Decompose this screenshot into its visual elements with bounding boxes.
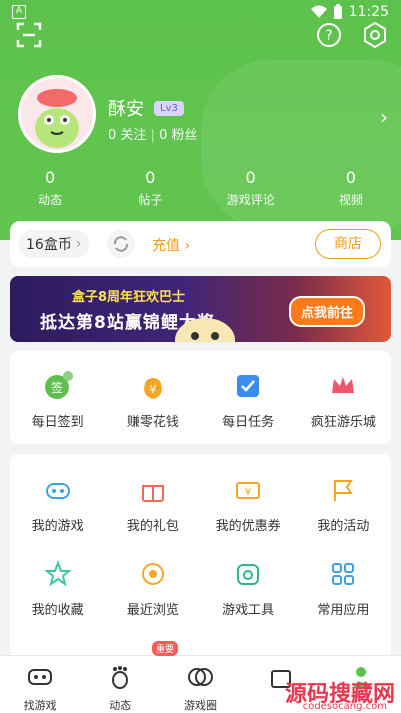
recharge-label: 充值: [152, 238, 180, 254]
stat-value: 0: [245, 168, 256, 187]
quick-action-label: 每日任务: [222, 415, 275, 430]
stat-videos[interactable]: 0 视频: [306, 168, 396, 208]
quick-action-label: 赚零花钱: [126, 415, 179, 430]
banner-cta-button[interactable]: 点我前往: [288, 296, 365, 327]
stats-row: 0 动态 0 帖子 0 游戏评论 0 视频: [0, 168, 401, 208]
chevron-right-icon: ›: [75, 236, 82, 252]
chevron-right-icon[interactable]: ›: [380, 105, 388, 129]
coin-bar: 16盒币 › 充值 › 商店: [10, 221, 391, 267]
stat-value: 0: [145, 168, 156, 187]
stat-threads[interactable]: 0 帖子: [105, 168, 195, 208]
tool-label: 游戏工具: [222, 603, 275, 618]
watermark-url: codesocang.com: [302, 701, 387, 712]
quick-action-fun-park[interactable]: 疯狂游乐城: [296, 371, 391, 430]
mascot-icon: [175, 318, 235, 342]
tool-label: 我的礼包: [126, 519, 179, 534]
clock: 11:25: [348, 4, 389, 20]
tool-my-coupons[interactable]: ¥ 我的优惠券: [201, 476, 296, 534]
checkin-icon: 签: [44, 371, 73, 399]
stat-label: 视频: [338, 193, 363, 207]
tools-card: 我的游戏 我的礼包 ¥ 我的优惠券 我的活动 我的收藏 最近浏览 游戏工具 常用…: [10, 454, 391, 664]
status-icons: 11:25: [310, 4, 389, 20]
divider: |: [150, 128, 160, 143]
footprint-tab-icon: [112, 666, 129, 689]
game-tab-icon: [28, 669, 53, 685]
quick-action-label: 疯狂游乐城: [310, 415, 376, 430]
tool-my-games[interactable]: 我的游戏: [10, 476, 105, 534]
username-row: 酥安 Lv3: [108, 95, 184, 121]
circle-tab-icon: [188, 668, 214, 686]
chevron-right-icon: ›: [184, 238, 191, 254]
stat-label: 帖子: [138, 193, 163, 207]
tool-favorites[interactable]: 我的收藏: [10, 560, 105, 618]
quick-actions-card: 签 每日签到 ¥ 赚零花钱 每日任务 疯狂游乐城: [10, 351, 391, 444]
followers-count[interactable]: 0 粉丝: [159, 128, 197, 143]
follow-counts: 0 关注 | 0 粉丝: [108, 124, 197, 143]
stat-label: 游戏评论: [226, 193, 275, 207]
settings-icon[interactable]: [362, 22, 388, 48]
svg-text:?: ?: [325, 28, 332, 44]
task-icon: [237, 375, 260, 397]
tool-my-gifts[interactable]: 我的礼包: [105, 476, 200, 534]
coupon-icon: ¥: [236, 482, 261, 499]
crown-icon: [332, 377, 355, 393]
tool-recent[interactable]: 最近浏览: [105, 560, 200, 618]
quick-action-checkin[interactable]: 签 每日签到: [10, 371, 105, 430]
following-count[interactable]: 0 关注: [108, 128, 146, 143]
banner-line1: 盒子8周年狂欢巴士: [72, 290, 186, 305]
stat-game-reviews[interactable]: 0 游戏评论: [206, 168, 296, 208]
tab-label: 动态: [109, 699, 132, 712]
coin-balance-label: 16盒币: [26, 237, 72, 253]
svg-text:¥: ¥: [245, 487, 251, 498]
quick-action-earn-money[interactable]: ¥ 赚零花钱: [105, 371, 200, 430]
gift-icon: [141, 485, 164, 502]
svg-text:签: 签: [51, 380, 63, 395]
notification-a-icon: A: [12, 5, 26, 19]
apps-icon: [332, 563, 355, 585]
promo-banner[interactable]: 盒子8周年狂欢巴士 抵达第8站赢锦鲤大奖 点我前往: [10, 276, 391, 342]
level-badge: Lv3: [154, 100, 184, 116]
quick-action-daily-task[interactable]: 每日任务: [201, 371, 296, 430]
stat-value: 0: [345, 168, 356, 187]
tool-label: 常用应用: [317, 603, 370, 618]
eye-icon: [141, 563, 164, 585]
tool-label: 我的收藏: [31, 603, 84, 618]
flag-icon: [334, 480, 354, 501]
battery-icon: [333, 4, 342, 19]
tool-label: 最近浏览: [126, 603, 179, 618]
gamepad-icon: [45, 483, 70, 499]
tool-my-events[interactable]: 我的活动: [296, 476, 391, 534]
tab-feed[interactable]: 动态: [80, 656, 160, 713]
wifi-icon: [310, 5, 327, 18]
recharge-link[interactable]: 充值 ›: [152, 235, 190, 255]
money-bag-icon: ¥: [143, 378, 162, 399]
tool-label: 我的优惠券: [215, 519, 281, 534]
quick-action-label: 每日签到: [31, 415, 84, 430]
tool-label: 我的活动: [317, 519, 370, 534]
stat-posts-feed[interactable]: 0 动态: [5, 168, 95, 208]
tab-label: 找游戏: [23, 699, 57, 712]
help-icon[interactable]: ?: [316, 22, 342, 48]
profile-summary[interactable]: 酥安 Lv3 0 关注 | 0 粉丝 ›: [18, 75, 388, 155]
tool-game-tools[interactable]: 游戏工具: [201, 560, 296, 618]
scan-icon[interactable]: [16, 22, 42, 48]
profile-header: A 11:25 ? 酥安 Lv3 0 关注 | 0 粉丝 › 0 动态 0 帖子…: [0, 0, 401, 240]
tool-common-apps[interactable]: 常用应用: [296, 560, 391, 618]
tab-find-games[interactable]: 找游戏: [0, 656, 80, 713]
refresh-icon[interactable]: [107, 230, 135, 258]
avatar-frog-icon: [35, 89, 79, 148]
stat-label: 动态: [38, 193, 63, 207]
hot-badge: 重要: [152, 641, 179, 656]
coin-balance[interactable]: 16盒币 ›: [18, 230, 90, 258]
tab-label: 游戏圈: [183, 699, 217, 712]
tab-game-circle[interactable]: 游戏圈: [160, 656, 240, 713]
tool-label: 我的游戏: [31, 519, 84, 534]
svg-text:¥: ¥: [149, 383, 156, 396]
star-icon: [43, 560, 72, 587]
shop-button[interactable]: 商店: [315, 229, 381, 259]
stat-value: 0: [45, 168, 56, 187]
username: 酥安: [108, 99, 144, 120]
toolbox-icon: [237, 564, 260, 585]
avatar[interactable]: [18, 75, 96, 153]
